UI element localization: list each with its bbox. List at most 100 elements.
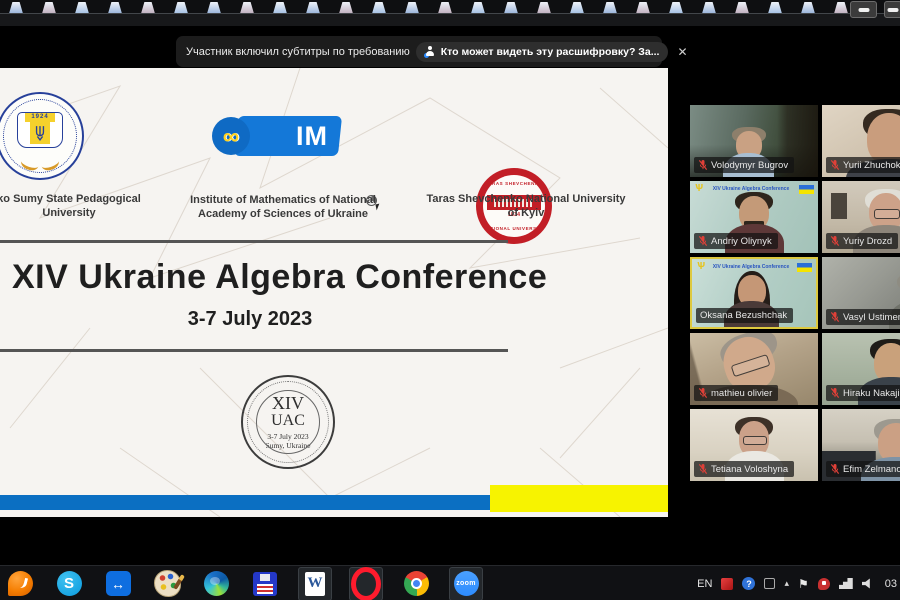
video-thumbnail	[468, 2, 488, 13]
participant-name: Vasyl Ustimenko	[843, 312, 900, 323]
video-thumbnail	[237, 2, 257, 13]
video-thumbnail	[171, 2, 191, 13]
video-thumbnail	[732, 2, 752, 13]
participant-name: mathieu olivier	[711, 388, 772, 399]
video-thumbnail	[831, 2, 851, 13]
clock[interactable]: 03	[885, 578, 897, 590]
participant-tile-tetiana-voloshyna[interactable]: Tetiana Voloshyna	[690, 409, 818, 481]
person-icon	[425, 46, 436, 57]
conference-title: XIV Ukraine Algebra Conference	[12, 258, 612, 297]
trident-icon	[30, 122, 50, 144]
taskbar-opera-icon[interactable]	[349, 567, 383, 600]
shared-screen-slide: 1924 ko Sumy State Pedagogical Universit…	[0, 68, 668, 517]
participant-name: Volodymyr Bugrov	[711, 160, 788, 171]
participant-name: Hiraku Nakajima	[843, 388, 900, 399]
participant-name: Yurii Zhuchok	[843, 160, 900, 171]
taskbar-avast-icon[interactable]	[4, 568, 36, 600]
muted-mic-icon	[830, 311, 840, 323]
sumy-caption: ko Sumy State Pedagogical University	[0, 192, 164, 221]
tray-antivirus-icon[interactable]	[721, 578, 733, 590]
participant-tile-mathieu-olivier[interactable]: mathieu olivier	[690, 333, 818, 405]
video-thumbnail	[600, 2, 620, 13]
video-thumbnail	[105, 2, 125, 13]
tray-utility-icon[interactable]	[764, 578, 775, 589]
institute-of-mathematics-logo: IM	[234, 116, 342, 156]
sumy-university-logo: 1924	[0, 92, 84, 180]
video-thumbnail	[765, 2, 785, 13]
tray-security-alert-icon[interactable]	[818, 578, 830, 590]
participant-tile-efim-zelmanov[interactable]: Efim Zelmanov	[822, 409, 900, 481]
muted-mic-icon	[830, 463, 840, 475]
participant-tile-yuriy-drozd[interactable]: Yuriy Drozd	[822, 181, 900, 253]
participant-name: Yuriy Drozd	[843, 236, 892, 247]
muted-mic-icon	[698, 463, 708, 475]
participant-tile-volodymyr-bugrov[interactable]: Volodymyr Bugrov	[690, 105, 818, 177]
participant-name: Oksana Bezushchak	[700, 310, 787, 321]
participant-tile-andriy-oliynyk[interactable]: ѰXIV Ukraine Algebra ConferenceAndriy Ol…	[690, 181, 818, 253]
participant-tile-vasyl-ustimenko[interactable]: Vasyl Ustimenko	[822, 257, 900, 329]
desktop-screen: Участник включил субтитры по требованию …	[0, 0, 900, 600]
participant-name: Efim Zelmanov	[843, 464, 900, 475]
video-thumbnail	[534, 2, 554, 13]
notification-message: Участник включил субтитры по требованию	[186, 46, 410, 58]
participant-tile-yurii-zhuchok[interactable]: Yurii Zhuchok	[822, 105, 900, 177]
video-thumbnail	[336, 2, 356, 13]
tray-volume-icon[interactable]	[862, 578, 875, 589]
taskbar-skype-icon[interactable]: S	[53, 568, 85, 600]
laurel-wreath	[23, 158, 57, 170]
participant-name-label: Vasyl Ustimenko	[826, 309, 900, 325]
taskbar-paint-icon[interactable]	[151, 568, 183, 600]
title-rule-top	[0, 240, 508, 243]
video-thumbnail	[567, 2, 587, 13]
minimize-button[interactable]	[850, 1, 877, 18]
taskbar-zoom-icon[interactable]: zoom	[449, 567, 483, 600]
close-icon[interactable]: ✕	[674, 45, 690, 59]
tray-network-icon[interactable]	[839, 578, 853, 589]
participant-grid: Volodymyr Bugrov Yurii Zhuchok ѰXIV Ukrain…	[690, 105, 900, 481]
tray-language-icon[interactable]: EN	[697, 578, 712, 590]
tray-notification-flag-icon[interactable]: ⚑	[798, 577, 809, 591]
participant-name-label: Andriy Oliynyk	[694, 233, 778, 249]
taskbar-floppy-icon[interactable]	[249, 568, 281, 600]
flag-bar-blue	[0, 495, 490, 510]
taskbar-teamviewer-icon[interactable]: ↔	[102, 568, 134, 600]
conference-stamp: XIV UAC 3-7 July 2023 Sumy, Ukraine	[241, 375, 335, 469]
top-thumbnail-strip	[0, 0, 900, 26]
video-thumbnail	[501, 2, 521, 13]
video-thumbnail	[699, 2, 719, 13]
window-control-button[interactable]	[884, 1, 900, 18]
participant-name-label: Hiraku Nakajima	[826, 385, 900, 401]
muted-mic-icon	[698, 159, 708, 171]
video-thumbnail	[666, 2, 686, 13]
taskbar-chrome-icon[interactable]	[400, 568, 432, 600]
video-thumbnail	[369, 2, 389, 13]
participant-name-label: Yurii Zhuchok	[826, 157, 900, 173]
muted-mic-icon	[830, 387, 840, 399]
participant-tile-hiraku-nakajima[interactable]: Hiraku Nakajima	[822, 333, 900, 405]
shevchenko-caption: Taras Shevchenko National University of …	[423, 192, 629, 221]
participant-name-label: mathieu olivier	[694, 385, 778, 401]
conference-dates: 3-7 July 2023	[0, 308, 500, 331]
participant-name: Andriy Oliynyk	[711, 236, 772, 247]
participant-tile-oksana-bezushchak[interactable]: ѰXIV Ukraine Algebra ConferenceOksana Be…	[690, 257, 818, 329]
video-thumbnail	[72, 2, 92, 13]
participant-name: Tetiana Voloshyna	[711, 464, 788, 475]
infinity-icon: ∞	[212, 117, 250, 155]
muted-mic-icon	[698, 387, 708, 399]
video-thumbnail	[633, 2, 653, 13]
tray-help-icon[interactable]: ?	[742, 577, 755, 590]
video-thumbnail	[6, 2, 26, 13]
transcript-visibility-button[interactable]: Кто может видеть эту расшифровку? За...	[416, 42, 669, 62]
video-thumbnail	[402, 2, 422, 13]
video-thumbnail	[798, 2, 818, 13]
video-thumbnail	[435, 2, 455, 13]
taskbar-word-icon[interactable]: W	[298, 567, 332, 600]
tray-hidden-icons-icon[interactable]: ▴	[784, 578, 789, 589]
video-thumbnail	[303, 2, 323, 13]
taskbar-edge-icon[interactable]	[200, 568, 232, 600]
muted-mic-icon	[830, 159, 840, 171]
im-caption: Institute of Mathematics of National Aca…	[180, 193, 386, 222]
muted-mic-icon	[698, 235, 708, 247]
taskbar: S ↔ Wzoom 03 EN? ▴ ⚑	[0, 565, 900, 600]
video-thumbnail	[138, 2, 158, 13]
